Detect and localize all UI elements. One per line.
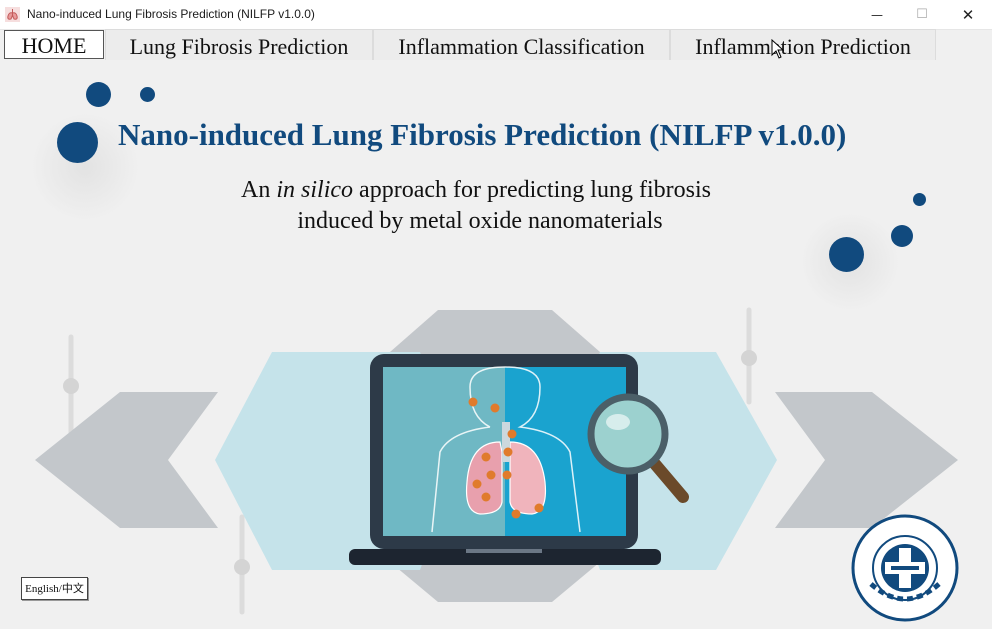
magnifier-lens <box>587 393 669 475</box>
lungs-icon <box>5 7 20 22</box>
laptop-lung-scan-illustration <box>35 307 958 615</box>
tab-home[interactable]: HOME <box>4 30 104 59</box>
tab-bar: HOME Lung Fibrosis Prediction Inflammati… <box>0 29 992 62</box>
subtitle-italic: in silico <box>276 177 354 203</box>
mouse-cursor-icon <box>771 39 785 59</box>
close-icon: ✕ <box>961 5 975 24</box>
subtitle-line-2: induced by metal oxide nanomaterials <box>297 208 663 234</box>
close-button[interactable]: ✕ <box>945 0 991 29</box>
minimize-icon: — <box>871 7 883 22</box>
tab-inflammation-classification[interactable]: Inflammation Classification <box>373 29 670 60</box>
decorative-dot <box>57 122 98 163</box>
decorative-dot <box>140 87 155 102</box>
maximize-button[interactable]: ☐ <box>899 0 945 29</box>
subtitle-prefix: An <box>241 177 277 203</box>
tab-inflammation-prediction[interactable]: Inflammation Prediction <box>670 29 936 60</box>
decorative-dot <box>829 237 864 272</box>
minimize-button[interactable]: — <box>854 0 900 29</box>
home-page: Nano-induced Lung Fibrosis Prediction (N… <box>0 62 992 629</box>
tab-lung-fibrosis-prediction[interactable]: Lung Fibrosis Prediction <box>105 29 373 60</box>
language-toggle-button[interactable]: English/中文 <box>21 577 88 600</box>
right-arrow-shape <box>775 392 958 528</box>
subtitle-line-1: An in silico approach for predicting lun… <box>0 177 952 204</box>
university-seal-icon <box>851 514 959 622</box>
page-title: Nano-induced Lung Fibrosis Prediction (N… <box>118 117 847 152</box>
maximize-icon: ☐ <box>916 7 928 22</box>
title-bar: Nano-induced Lung Fibrosis Prediction (N… <box>0 0 992 30</box>
window-title: Nano-induced Lung Fibrosis Prediction (N… <box>27 7 315 21</box>
subtitle-rest: approach for predicting lung fibrosis <box>353 177 711 203</box>
left-arrow-shape <box>35 392 218 528</box>
decorative-dot <box>86 82 111 107</box>
